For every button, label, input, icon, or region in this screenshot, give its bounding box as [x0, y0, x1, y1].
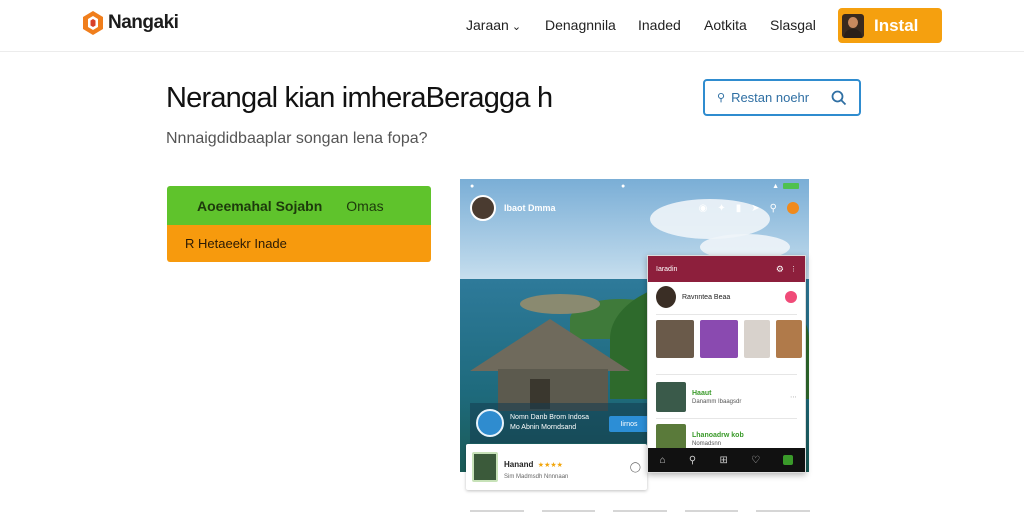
home-icon[interactable]: ⌂ — [660, 455, 666, 466]
logo-icon — [83, 11, 103, 35]
add-icon[interactable]: ⊞ — [720, 455, 728, 466]
overlay-header: Iaradin ⚙ ⋮ — [648, 256, 805, 282]
nav-item-denagnnila[interactable]: Denagnnila — [545, 17, 616, 33]
notification-icon[interactable] — [787, 202, 799, 214]
nav-item-jaraan[interactable]: Jaraan ⌄ — [466, 17, 521, 33]
primary-cta-label-b: Sojabn — [275, 197, 323, 214]
post-thumbnail — [656, 382, 686, 412]
profile-bar: Ibaot Dmma ◉ ✦ ▮ ➤ ⚲ — [470, 195, 799, 221]
bottom-nav: ⌂ ⚲ ⊞ ♡ — [648, 448, 805, 472]
primary-cta-button[interactable]: Aoeemahal Sojabn Omas — [167, 186, 431, 225]
battery-icon — [783, 183, 799, 189]
secondary-cta-button[interactable]: R Hetaeekr Inade — [167, 225, 431, 262]
install-label: Instal — [874, 15, 919, 35]
settings-icon[interactable]: ⚙ — [776, 264, 784, 275]
logo[interactable]: Nangaki — [82, 10, 179, 36]
primary-cta-label: Aoeemahal — [197, 197, 272, 214]
post-action-button[interactable]: Iirnos — [609, 416, 649, 432]
status-center: ● — [621, 182, 626, 190]
page-title: Nerangal kian imheraBeragga h — [166, 82, 553, 114]
more-icon[interactable]: ⋮ — [790, 265, 797, 273]
heart-icon[interactable]: ♡ — [751, 455, 760, 466]
profile-icons: ◉ ✦ ▮ ➤ ⚲ — [699, 202, 799, 214]
rating-stars: ★★★★ — [537, 462, 563, 469]
search-icon-small: ⚲ — [717, 92, 726, 104]
search-label: Restan noehr — [731, 90, 810, 105]
list-item[interactable]: Ravnntea Beaa — [648, 286, 805, 308]
row-text: Danamm Ibaagsdr — [692, 398, 742, 405]
status-bar: ● ● ▲ — [460, 179, 809, 193]
row-title: Haaut — [692, 389, 712, 397]
nav-item-aotkita[interactable]: Aotkita — [704, 17, 747, 33]
review-card[interactable]: Hanand ★★★★ Sim Madmsdh Nnnnaan ◯ — [466, 444, 647, 490]
avatar[interactable] — [470, 195, 496, 221]
post-line-1: Nomn Danb Brom Indosa — [510, 414, 589, 421]
row-title: Lhanoadrw kob — [692, 431, 744, 439]
avatar — [656, 286, 676, 308]
search-input[interactable]: ⚲ Restan noehr — [703, 79, 861, 116]
card-title: Hanand — [504, 460, 534, 469]
home-icon[interactable]: ◉ — [699, 203, 708, 214]
overlay-title: Iaradin — [656, 265, 678, 273]
nav-item-inaded[interactable]: Inaded — [638, 17, 681, 33]
comment-icon[interactable]: ◯ — [630, 462, 641, 473]
story-thumbnail[interactable] — [656, 320, 694, 358]
row-text: Nomadsnn — [692, 440, 722, 447]
chevron-down-icon: ⌄ — [511, 21, 522, 33]
logo-text: Nangaki — [108, 12, 179, 33]
house-roof — [470, 319, 630, 371]
top-bar: Nangaki Jaraan ⌄ Denagnnila Inaded Aotkit… — [0, 0, 1024, 52]
list-item[interactable]: Haaut Danamm Ibaagsdr ⋯ — [648, 382, 805, 412]
send-icon[interactable]: ➤ — [751, 203, 759, 214]
card-thumbnail — [472, 452, 498, 482]
bookmark-icon[interactable]: ▮ — [736, 203, 742, 214]
status-badge — [785, 291, 797, 303]
profile-icon[interactable] — [783, 455, 794, 465]
story-thumbnail[interactable] — [776, 320, 802, 358]
signal-icon: ▲ — [772, 182, 779, 190]
install-button[interactable]: Instal — [838, 8, 942, 43]
share-icon[interactable]: ✦ — [717, 203, 725, 214]
avatar — [842, 13, 864, 38]
page-subtitle: Nnnaigdidbaaplar songan lena fopa? — [166, 130, 428, 147]
post-avatar — [476, 409, 504, 437]
post-line-2: Mo Abnin Morndsand — [510, 424, 577, 431]
nav-item-slasgal[interactable]: Slasgal — [770, 17, 816, 33]
overlay-phone: Iaradin ⚙ ⋮ Ravnntea Beaa Haaut Danamm I… — [647, 255, 806, 473]
profile-name: Ibaot Dmma — [504, 203, 556, 213]
primary-cta-secondary: Omas — [346, 197, 384, 214]
search-icon[interactable]: ⚲ — [770, 203, 777, 214]
hill — [520, 294, 600, 314]
more-icon[interactable]: ⋯ — [790, 393, 797, 401]
status-left: ● — [470, 182, 475, 190]
card-text: Sim Madmsdh Nnnnaan — [504, 474, 569, 480]
row-name: Ravnntea Beaa — [682, 293, 731, 301]
search-icon[interactable]: ⚲ — [689, 455, 696, 466]
story-strip — [656, 320, 802, 358]
search-icon — [831, 90, 847, 105]
story-thumbnail[interactable] — [744, 320, 770, 358]
story-thumbnail[interactable] — [700, 320, 738, 358]
